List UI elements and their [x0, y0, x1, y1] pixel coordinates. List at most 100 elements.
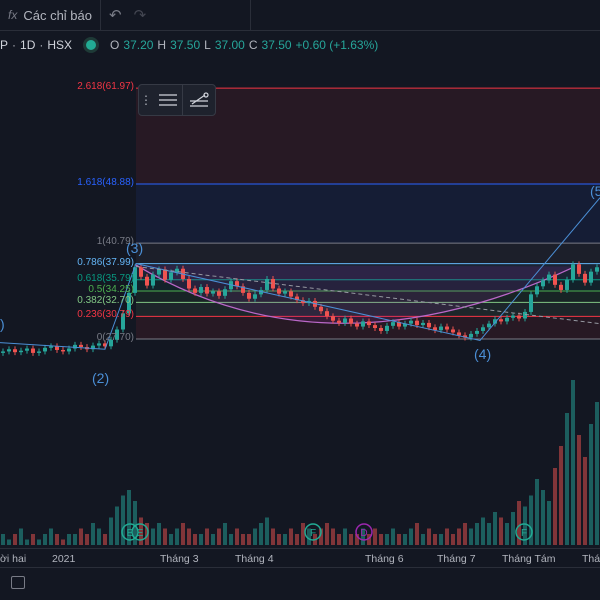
wave-label-4: (4): [474, 346, 492, 362]
volume-bar: [73, 534, 77, 545]
volume-bar: [349, 534, 353, 545]
candle-body: [559, 284, 563, 290]
volume-bar: [13, 534, 17, 545]
candle-body: [331, 316, 335, 321]
volume-bar: [151, 528, 155, 545]
candle-body: [25, 348, 29, 351]
volume-bar: [565, 413, 569, 545]
candle-body: [253, 294, 257, 299]
fib-level-label: 2.618(61.97): [77, 81, 134, 93]
volume-bar: [595, 402, 599, 545]
volume-bar: [247, 534, 251, 545]
volume-bar: [487, 523, 491, 545]
indicators-label: Các chỉ báo: [23, 7, 92, 23]
drag-handle-icon[interactable]: ⋮: [139, 85, 153, 115]
candle-body: [7, 349, 11, 352]
volume-bar: [109, 517, 113, 545]
candle-body: [385, 325, 389, 331]
volume-bar: [91, 523, 95, 545]
volume-bar: [511, 512, 515, 545]
volume-bar: [163, 528, 167, 545]
candle-body: [55, 346, 59, 350]
candle-body: [1, 351, 5, 353]
top-toolbar: fx Các chỉ báo ↶ ↷: [0, 0, 600, 31]
candle-body: [151, 274, 155, 286]
volume-bar: [457, 528, 461, 545]
go-to-date-icon[interactable]: [11, 576, 25, 589]
event-marker-label: D: [360, 528, 367, 539]
volume-bar: [55, 534, 59, 545]
candle-body: [517, 315, 521, 319]
volume-bar: [379, 534, 383, 545]
volume-bar: [409, 528, 413, 545]
candle-body: [583, 273, 587, 283]
candle-body: [349, 318, 353, 324]
volume-bar: [79, 528, 83, 545]
fib-level-label: 1.618(48.88): [77, 176, 134, 188]
volume-bar: [583, 457, 587, 545]
candle-body: [247, 292, 251, 299]
indicators-button[interactable]: fx Các chỉ báo: [0, 0, 101, 30]
candle-body: [355, 323, 359, 327]
candle-body: [211, 291, 215, 294]
candle-body: [139, 267, 143, 277]
volume-bar: [577, 435, 581, 545]
candle-body: [319, 306, 323, 312]
candle-body: [481, 327, 485, 331]
candle-body: [571, 264, 575, 280]
candle-body: [361, 321, 365, 327]
candle-body: [577, 264, 581, 274]
drawing-floating-toolbar[interactable]: ⋮: [138, 84, 216, 116]
candle-body: [283, 291, 287, 294]
volume-bar: [277, 534, 281, 545]
candle-body: [409, 320, 413, 324]
candle-body: [523, 311, 527, 319]
candle-body: [271, 278, 275, 289]
volume-bar: [445, 528, 449, 545]
fib-settings-icon[interactable]: [153, 85, 183, 115]
candle-body: [595, 267, 599, 272]
volume-bar: [589, 424, 593, 545]
volume-bar: [241, 534, 245, 545]
volume-bar: [199, 534, 203, 545]
candle-body: [427, 322, 431, 328]
volume-bar: [373, 528, 377, 545]
fib-level-label: 0(27.70): [96, 332, 134, 343]
redo-icon[interactable]: ↷: [134, 6, 147, 24]
wave-label-1: ): [0, 316, 5, 332]
volume-bar: [325, 523, 329, 545]
candle-body: [469, 333, 473, 338]
trend-line-icon[interactable]: [183, 85, 215, 115]
fib-level-label: 0.236(30.79): [77, 309, 134, 321]
volume-bar: [451, 534, 455, 545]
candle-body: [421, 322, 425, 326]
candle-body: [73, 344, 77, 349]
candle-body: [439, 326, 443, 331]
candle-body: [43, 347, 47, 352]
volume-bar: [337, 534, 341, 545]
volume-bar: [301, 523, 305, 545]
volume-bar: [157, 523, 161, 545]
time-axis[interactable]: ời hai 2021 Tháng 3 Tháng 4 Tháng 6 Thán…: [0, 548, 600, 568]
volume-bar: [67, 534, 71, 545]
fib-level-label: 0.382(32.70): [77, 295, 134, 307]
fib-level-label: 0.786(37.99): [77, 256, 134, 268]
candle-body: [31, 348, 35, 353]
candle-body: [337, 320, 341, 323]
open-label: O: [110, 38, 120, 52]
candle-body: [187, 278, 191, 289]
volume-bar: [271, 528, 275, 545]
volume-bar: [205, 528, 209, 545]
time-label: Thán: [582, 553, 600, 565]
candle-body: [553, 274, 557, 285]
candle-body: [505, 317, 509, 322]
candle-body: [391, 322, 395, 326]
undo-icon[interactable]: ↶: [109, 6, 122, 24]
candle-body: [547, 274, 551, 281]
volume-bar: [397, 534, 401, 545]
volume-bar: [463, 523, 467, 545]
candle-body: [535, 286, 539, 295]
symbol-tail[interactable]: P: [0, 38, 8, 52]
volume-bar: [295, 534, 299, 545]
volume-bar: [535, 479, 539, 545]
